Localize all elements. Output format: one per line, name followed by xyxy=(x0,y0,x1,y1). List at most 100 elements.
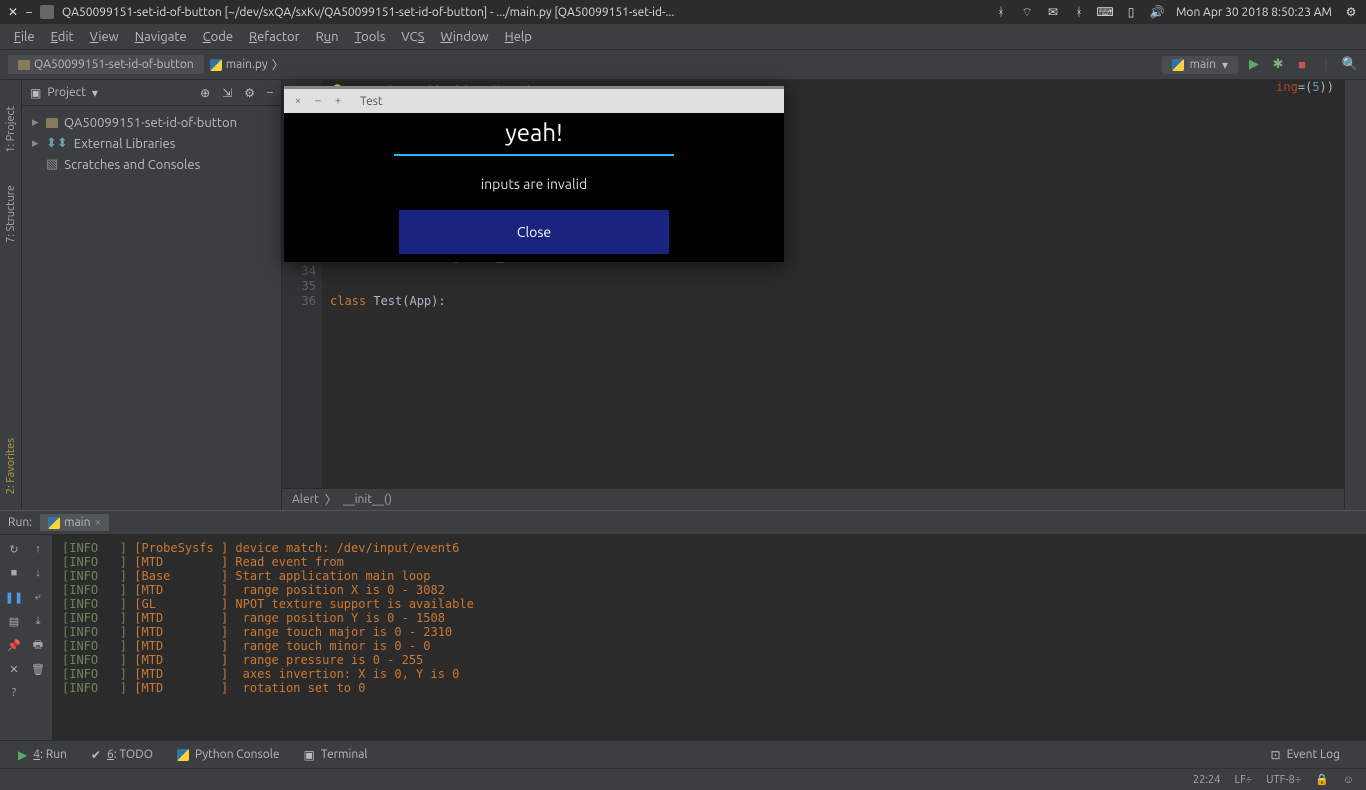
popup-maximize-icon[interactable]: + xyxy=(332,95,344,107)
menu-vcs[interactable]: VCS xyxy=(395,28,430,46)
lock-icon[interactable]: 🔒 xyxy=(1315,773,1329,786)
menu-window[interactable]: Window xyxy=(434,28,494,46)
cursor-position[interactable]: 22:24 xyxy=(1193,774,1221,786)
scroll-button[interactable]: ⤓ xyxy=(28,611,48,631)
search-icon[interactable]: 🔍 xyxy=(1342,57,1358,73)
run-config-selector[interactable]: main ▾ xyxy=(1162,56,1238,74)
close-icon[interactable]: × xyxy=(94,516,101,529)
mail-icon[interactable]: ✉ xyxy=(1046,5,1060,19)
battery-icon[interactable]: ▯ xyxy=(1124,5,1138,19)
popup-close-button[interactable]: Close xyxy=(399,210,669,254)
popup-title: Test xyxy=(360,95,383,108)
system-bar: ✕ – QA50099151-set-id-of-button [~/dev/s… xyxy=(0,0,1366,24)
popup-message: inputs are invalid xyxy=(481,176,587,192)
bluetooth2-icon[interactable]: ᚼ xyxy=(1072,5,1086,19)
rerun-button[interactable]: ↻ xyxy=(4,539,24,559)
tree-node-scratches[interactable]: ▧Scratches and Consoles xyxy=(26,154,277,175)
folder-icon xyxy=(46,118,58,128)
menu-view[interactable]: View xyxy=(84,28,125,46)
breadcrumb-method[interactable]: __init__() xyxy=(343,493,392,506)
console-output[interactable]: [INFO ] [ProbeSysfs ] device match: /dev… xyxy=(52,535,1366,740)
print-button[interactable]: 🖶 xyxy=(28,635,48,655)
console-line: [INFO ] [MTD ] range pressure is 0 - 255 xyxy=(62,653,1356,667)
settings-icon[interactable]: ⚙ xyxy=(244,86,255,100)
tab-favorites[interactable]: 2: Favorites xyxy=(3,432,19,500)
popup-titlebar[interactable]: × – + Test xyxy=(284,89,784,113)
python-icon xyxy=(177,749,189,761)
tab-project[interactable]: 1: Project xyxy=(3,100,19,159)
python-icon xyxy=(1172,59,1184,71)
chevron-down-icon[interactable]: ▾ xyxy=(92,86,98,100)
collapse-icon[interactable]: ⇲ xyxy=(222,86,232,100)
tree-node-project[interactable]: ▸QA50099151-set-id-of-button xyxy=(26,112,277,133)
window-close-icon[interactable]: ✕ xyxy=(8,5,18,19)
divider: | xyxy=(1318,57,1334,73)
bottom-tab-pyconsole[interactable]: Python Console xyxy=(169,746,288,763)
bottom-tab-terminal[interactable]: ▣Terminal xyxy=(296,746,376,764)
run-toolbar: ↻↑ ■↓ ❚❚⤶ ▤⤓ 📌🖶 ✕🗑 ? xyxy=(0,535,52,740)
menu-navigate[interactable]: Navigate xyxy=(129,28,193,46)
run-config-label: main xyxy=(1190,58,1216,71)
help-button[interactable]: ? xyxy=(4,683,24,703)
menu-file[interactable]: File xyxy=(8,28,41,46)
target-icon[interactable]: ⊕ xyxy=(200,86,210,100)
project-panel-icon: ▣ xyxy=(30,86,41,100)
breadcrumb-class[interactable]: Alert xyxy=(292,493,319,506)
softwrap-button[interactable]: ⤶ xyxy=(28,587,48,607)
layout-button[interactable]: ▤ xyxy=(4,611,24,631)
down-button[interactable]: ↓ xyxy=(28,563,48,583)
stop-run-button[interactable]: ■ xyxy=(4,563,24,583)
up-button[interactable]: ↑ xyxy=(28,539,48,559)
project-panel: ▣ Project ▾ ⊕ ⇲ ⚙ – ▸QA50099151-set-id-o… xyxy=(22,80,282,510)
run-button[interactable]: ▶ xyxy=(1246,57,1262,73)
popup-close-icon[interactable]: × xyxy=(292,95,304,107)
tab-structure[interactable]: 7: Structure xyxy=(3,179,19,249)
close-run-button[interactable]: ✕ xyxy=(4,659,24,679)
pin-button[interactable]: 📌 xyxy=(4,635,24,655)
tree-node-libraries[interactable]: ▸⬍⬍External Libraries xyxy=(26,133,277,154)
stop-button[interactable]: ■ xyxy=(1294,57,1310,73)
file-encoding[interactable]: UTF-8÷ xyxy=(1266,774,1301,786)
popup-heading: yeah! xyxy=(505,113,562,154)
menu-edit[interactable]: Edit xyxy=(45,28,80,46)
run-tab[interactable]: main × xyxy=(40,514,109,531)
system-datetime[interactable]: Mon Apr 30 2018 8:50:23 AM xyxy=(1176,6,1332,19)
tree-node-label: QA50099151-set-id-of-button xyxy=(64,116,237,130)
breadcrumb-project[interactable]: QA50099151-set-id-of-button xyxy=(8,55,204,74)
volume-icon[interactable]: 🔊 xyxy=(1150,5,1164,19)
window-minimize-icon[interactable]: – xyxy=(26,6,32,19)
menu-refactor[interactable]: Refactor xyxy=(243,28,306,46)
console-line: [INFO ] [MTD ] range touch minor is 0 - … xyxy=(62,639,1356,653)
hide-icon[interactable]: – xyxy=(267,86,273,99)
debug-button[interactable]: ✱ xyxy=(1270,57,1286,73)
console-line: [INFO ] [MTD ] range position X is 0 - 3… xyxy=(62,583,1356,597)
settings-gear-icon[interactable]: ⚙ xyxy=(1344,5,1358,19)
project-panel-title[interactable]: Project xyxy=(47,86,86,99)
status-bar: 22:24 LF÷ UTF-8÷ 🔒 ☺ xyxy=(0,768,1366,790)
popup-minimize-icon[interactable]: – xyxy=(312,95,324,107)
play-icon: ▶ xyxy=(18,748,27,762)
keyboard-icon[interactable]: ⌨ xyxy=(1098,5,1112,19)
console-line: [INFO ] [MTD ] rotation set to 0 xyxy=(62,681,1356,695)
wifi-icon[interactable]: ⌔ xyxy=(1020,5,1034,19)
run-panel-header: Run: main × xyxy=(0,511,1366,535)
menu-run[interactable]: Run xyxy=(310,28,345,46)
trash-button[interactable]: 🗑 xyxy=(28,659,48,679)
bluetooth-icon[interactable]: ᚼ xyxy=(994,5,1008,19)
bottom-tab-eventlog[interactable]: ⊡Event Log xyxy=(1263,746,1348,764)
console-line: [INFO ] [MTD ] range touch major is 0 - … xyxy=(62,625,1356,639)
breadcrumb-file[interactable]: main.py 〉 xyxy=(210,56,284,73)
line-ending[interactable]: LF÷ xyxy=(1234,774,1252,786)
tree-node-label: Scratches and Consoles xyxy=(64,158,200,172)
menu-tools[interactable]: Tools xyxy=(349,28,392,46)
menu-code[interactable]: Code xyxy=(197,28,239,46)
pause-button[interactable]: ❚❚ xyxy=(4,587,24,607)
hector-icon[interactable]: ☺ xyxy=(1343,774,1354,786)
bottom-tab-todo[interactable]: ✔6: TODO xyxy=(83,746,161,764)
project-tree: ▸QA50099151-set-id-of-button ▸⬍⬍External… xyxy=(22,106,281,181)
menu-help[interactable]: Help xyxy=(499,28,538,46)
bottom-tab-run[interactable]: ▶4: Run xyxy=(10,746,75,764)
app-icon xyxy=(40,5,54,19)
tree-node-label: External Libraries xyxy=(74,137,176,151)
console-line: [INFO ] [ProbeSysfs ] device match: /dev… xyxy=(62,541,1356,555)
